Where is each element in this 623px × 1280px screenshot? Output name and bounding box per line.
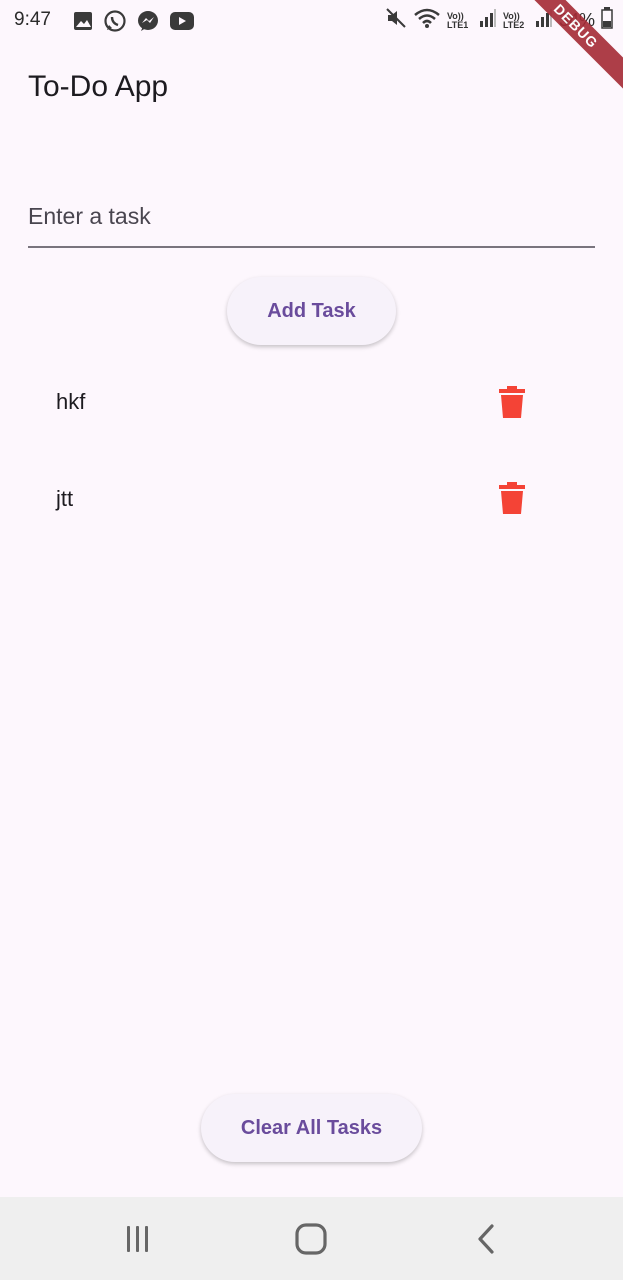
notification-icons <box>72 9 195 33</box>
network1-label: Vo)) LTE1 <box>446 10 469 30</box>
navigation-bar <box>0 1197 623 1280</box>
task-item: jtt <box>0 449 623 545</box>
recent-apps-button[interactable] <box>114 1215 162 1263</box>
back-button[interactable] <box>462 1215 510 1263</box>
wifi-icon <box>413 7 441 34</box>
task-label: hkf <box>56 389 86 414</box>
clear-all-button[interactable]: Clear All Tasks <box>201 1094 422 1162</box>
status-bar: 9:47 Vo)) LTE1 Vo)) LTE2 34% <box>0 0 623 42</box>
back-icon <box>478 1224 494 1254</box>
battery-icon <box>601 7 613 34</box>
messenger-icon <box>136 9 160 33</box>
network2-label: Vo)) LTE2 <box>502 10 525 30</box>
task-input[interactable] <box>28 186 595 248</box>
delete-button[interactable] <box>494 382 530 422</box>
mute-icon <box>385 7 407 34</box>
image-icon <box>72 10 94 32</box>
status-time: 9:47 <box>14 9 51 30</box>
recent-apps-icon <box>127 1226 148 1252</box>
trash-icon <box>499 386 525 418</box>
whatsapp-icon <box>103 9 127 33</box>
signal-icon <box>479 8 497 33</box>
add-task-button[interactable]: Add Task <box>227 277 396 345</box>
task-item: hkf <box>0 352 623 448</box>
delete-button[interactable] <box>494 478 530 518</box>
task-label: jtt <box>56 486 74 511</box>
home-icon <box>295 1223 327 1255</box>
trash-icon <box>499 482 525 514</box>
youtube-icon <box>169 11 195 31</box>
app-title: To-Do App <box>28 70 169 103</box>
home-button[interactable] <box>287 1215 335 1263</box>
